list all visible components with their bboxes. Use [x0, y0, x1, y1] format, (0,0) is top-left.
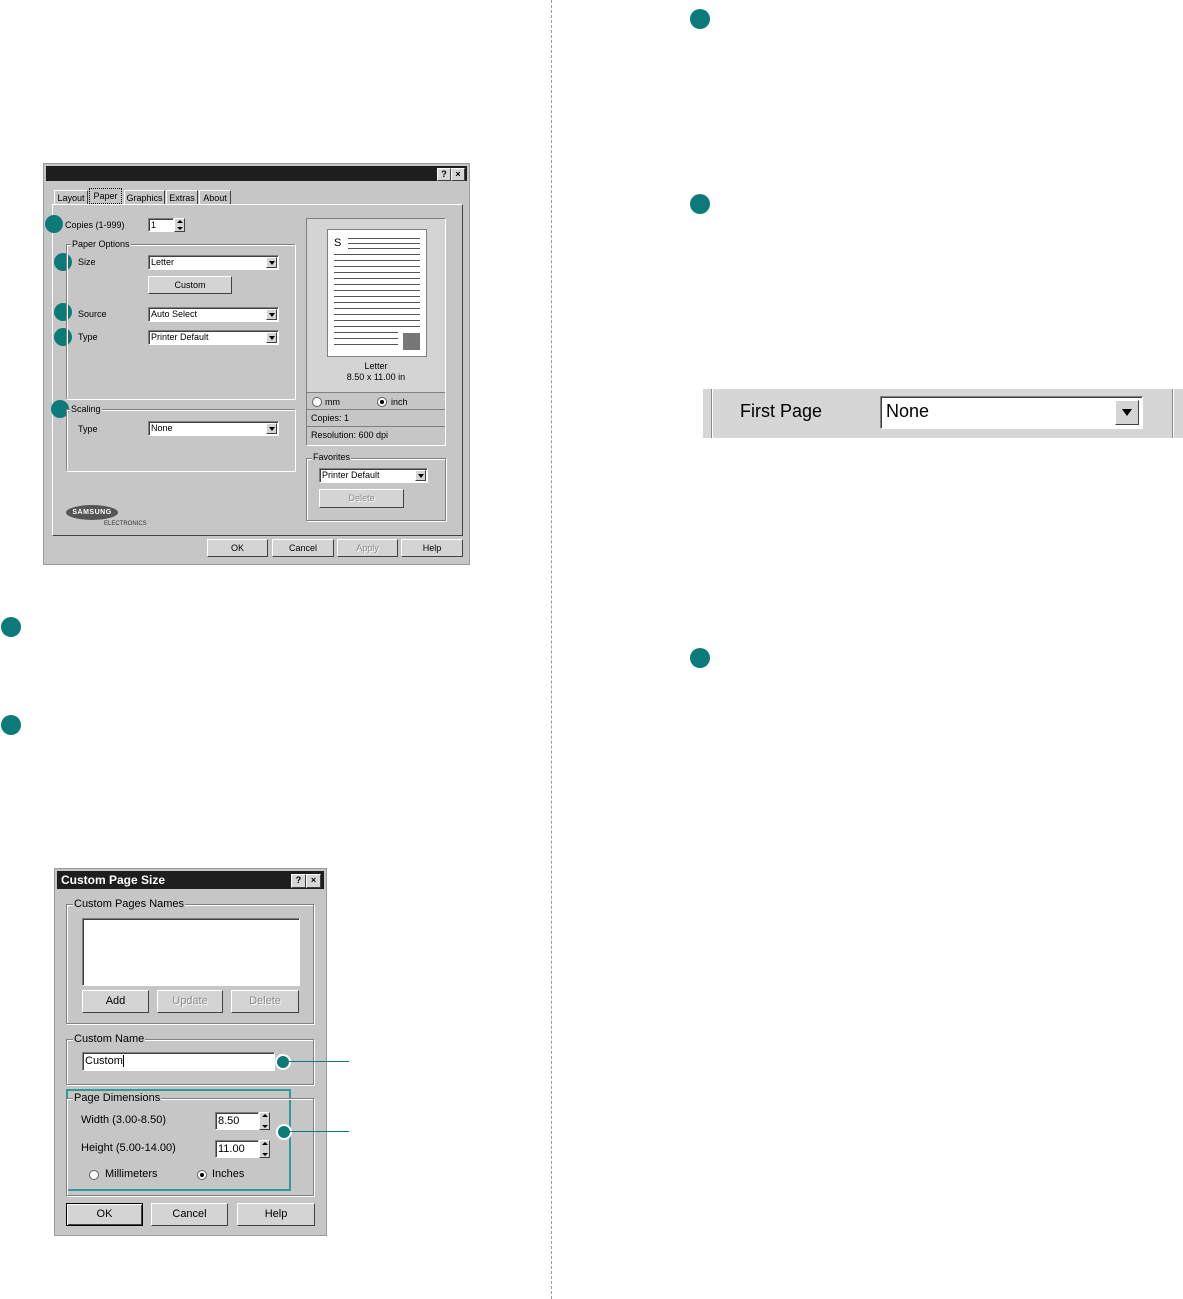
height-spinner[interactable]	[259, 1140, 270, 1158]
callout-line	[288, 1061, 349, 1062]
size-select[interactable]: Letter	[148, 255, 279, 270]
printer-properties-dialog: ? × Layout Paper Graphics Extras About C…	[43, 163, 470, 565]
help-icon[interactable]: ?	[437, 168, 451, 181]
custom-name-value: Custom	[85, 1055, 123, 1067]
custom-names-label: Custom Pages Names	[73, 898, 186, 910]
ok-button[interactable]: OK	[207, 539, 268, 557]
custom-name-input[interactable]: Custom	[82, 1052, 275, 1071]
favorites-select[interactable]: Printer Default	[319, 468, 428, 483]
tab-extras[interactable]: Extras	[166, 190, 198, 204]
paper-options-label: Paper Options	[71, 239, 131, 249]
chevron-down-icon[interactable]	[266, 423, 277, 434]
tab-graphics[interactable]: Graphics	[124, 190, 165, 204]
size-label: Size	[78, 257, 96, 267]
custom-button[interactable]: Custom	[148, 276, 232, 294]
source-select[interactable]: Auto Select	[148, 307, 279, 322]
step-marker	[1, 617, 21, 637]
millimeters-label: Millimeters	[105, 1168, 158, 1180]
scaling-label: Scaling	[70, 404, 102, 414]
custom-ok-button[interactable]: OK	[66, 1203, 143, 1226]
width-spinner[interactable]	[259, 1112, 270, 1130]
help-button[interactable]: Help	[401, 539, 463, 557]
first-page-value: None	[886, 401, 930, 421]
width-label: Width (3.00-8.50)	[81, 1114, 166, 1126]
tab-about[interactable]: About	[199, 190, 231, 204]
first-page-strip: First Page None	[703, 389, 1183, 438]
type-label: Type	[78, 332, 98, 342]
chevron-down-icon[interactable]	[266, 309, 277, 320]
close-icon[interactable]: ×	[451, 168, 465, 181]
scaling-type-label: Type	[78, 424, 98, 434]
custom-page-size-dialog: Custom Page Size ? × Custom Pages Names …	[54, 868, 327, 1236]
copies-label: Copies (1-999)	[65, 220, 125, 230]
width-input[interactable]: 8.50	[215, 1112, 259, 1130]
mm-radio[interactable]	[312, 397, 322, 407]
inch-radio[interactable]	[377, 397, 387, 407]
add-button[interactable]: Add	[82, 990, 149, 1013]
height-input[interactable]: 11.00	[215, 1140, 259, 1158]
image-placeholder-icon	[403, 333, 420, 350]
source-value: Auto Select	[151, 309, 198, 319]
chevron-down-icon[interactable]	[266, 257, 277, 268]
callout-dot	[275, 1054, 291, 1070]
custom-cancel-button[interactable]: Cancel	[151, 1203, 228, 1226]
apply-button[interactable]: Apply	[337, 539, 398, 557]
delete-button[interactable]: Delete	[231, 990, 299, 1013]
chevron-down-icon[interactable]	[266, 332, 277, 343]
step-marker	[1, 715, 21, 735]
first-page-select[interactable]: None	[880, 396, 1143, 429]
scaling-type-select[interactable]: None	[148, 421, 279, 436]
preview-paper-size: 8.50 x 11.00 in	[346, 372, 406, 382]
samsung-logo-sub: ELECTRONICS	[104, 521, 147, 527]
resolution-info: Resolution: 600 dpi	[311, 430, 389, 440]
custom-help-button[interactable]: Help	[237, 1203, 315, 1226]
size-value: Letter	[151, 257, 175, 267]
scaling-group	[66, 409, 295, 471]
custom-dialog-title: Custom Page Size	[61, 873, 166, 887]
samsung-logo: SAMSUNG	[66, 505, 118, 520]
custom-title-bar: Custom Page Size ? ×	[57, 871, 324, 889]
mm-label: mm	[325, 397, 340, 407]
step-marker	[690, 648, 710, 668]
preview-paper-name: Letter	[364, 361, 388, 371]
inch-label: inch	[391, 397, 408, 407]
chevron-down-icon[interactable]	[1115, 400, 1139, 425]
preview-glyph: S	[334, 237, 342, 249]
inches-label: Inches	[212, 1168, 245, 1180]
step-marker	[690, 9, 710, 29]
height-label: Height (5.00-14.00)	[81, 1142, 176, 1154]
title-bar: ? ×	[46, 166, 467, 181]
cancel-button[interactable]: Cancel	[272, 539, 334, 557]
type-value: Printer Default	[151, 332, 209, 342]
help-icon[interactable]: ?	[291, 874, 306, 888]
close-icon[interactable]: ×	[306, 874, 321, 888]
custom-names-list[interactable]	[82, 918, 300, 986]
step-marker	[690, 194, 710, 214]
first-page-label: First Page	[740, 401, 823, 421]
tab-paper[interactable]: Paper	[89, 188, 122, 204]
millimeters-radio[interactable]	[89, 1170, 99, 1180]
delete-favorite-button[interactable]: Delete	[319, 489, 404, 508]
favorites-label: Favorites	[312, 452, 352, 462]
step-marker	[45, 215, 63, 233]
callout-line	[289, 1131, 349, 1132]
tab-layout[interactable]: Layout	[54, 190, 88, 204]
scaling-type-value: None	[151, 423, 173, 433]
update-button[interactable]: Update	[157, 990, 223, 1013]
inches-radio[interactable]	[197, 1170, 207, 1180]
page-divider	[551, 0, 552, 1299]
source-label: Source	[78, 309, 107, 319]
page-dimensions-label: Page Dimensions	[73, 1092, 162, 1104]
preview-panel: S Letter 8.50 x 11.00 in mm inch Copies:…	[306, 218, 446, 446]
copies-info: Copies: 1	[311, 413, 350, 423]
copies-spinner[interactable]	[174, 218, 185, 232]
custom-name-label: Custom Name	[73, 1033, 146, 1045]
callout-dot	[276, 1124, 292, 1140]
page-preview: S	[327, 229, 427, 357]
favorites-value: Printer Default	[322, 470, 380, 480]
chevron-down-icon[interactable]	[415, 470, 426, 481]
type-select[interactable]: Printer Default	[148, 330, 279, 345]
copies-input[interactable]: 1	[148, 218, 174, 232]
